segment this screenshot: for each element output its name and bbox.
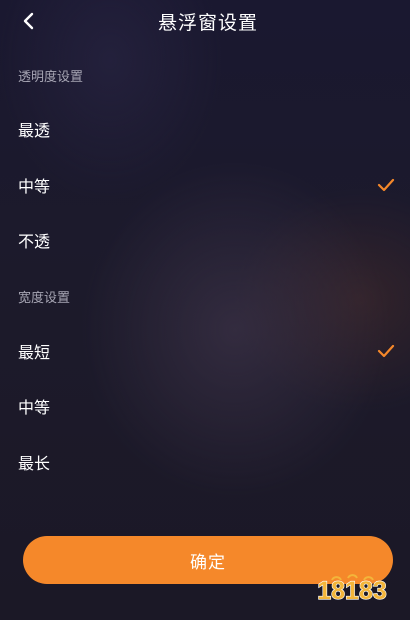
option-transparency-opaque[interactable]: 不透 bbox=[0, 215, 410, 265]
checkmark-icon bbox=[376, 343, 396, 359]
option-width-longest[interactable]: 最长 bbox=[0, 437, 410, 487]
option-label: 中等 bbox=[18, 177, 51, 196]
option-label: 不透 bbox=[18, 232, 51, 251]
option-transparency-medium[interactable]: 中等 bbox=[0, 160, 410, 210]
watermark-logo: 18183 bbox=[317, 574, 387, 606]
section-label-transparency: 透明度设置 bbox=[18, 70, 84, 85]
option-width-shortest[interactable]: 最短 bbox=[0, 326, 410, 376]
svg-text:18183: 18183 bbox=[317, 577, 387, 605]
section-label-width: 宽度设置 bbox=[18, 291, 71, 306]
option-label: 中等 bbox=[18, 398, 51, 417]
option-width-medium[interactable]: 中等 bbox=[0, 381, 410, 431]
option-label: 最透 bbox=[18, 121, 51, 140]
page-title: 悬浮窗设置 bbox=[157, 12, 258, 34]
header-bar: 悬浮窗设置 bbox=[0, 0, 410, 42]
option-label: 最长 bbox=[18, 454, 51, 473]
option-transparency-most[interactable]: 最透 bbox=[0, 104, 410, 154]
option-label: 最短 bbox=[18, 343, 51, 362]
checkmark-icon bbox=[376, 177, 396, 193]
